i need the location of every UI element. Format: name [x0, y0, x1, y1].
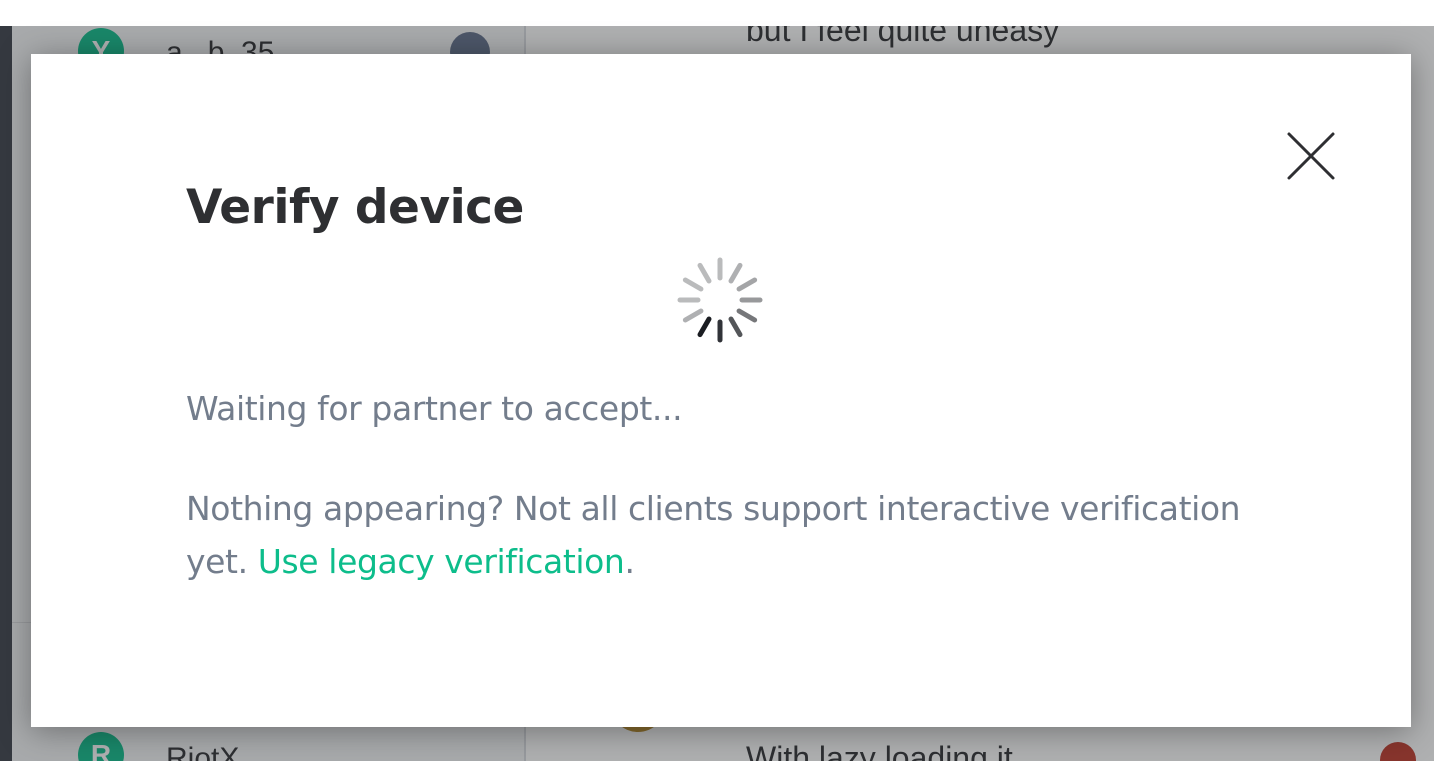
screen: Y a...b_35 R RiotX but I feel quite unea… — [0, 0, 1434, 761]
loading-spinner-icon — [674, 254, 766, 346]
close-icon — [1287, 132, 1335, 180]
spinner-tick — [682, 308, 704, 323]
spinner-tick — [728, 262, 743, 284]
spinner-tick — [728, 316, 743, 338]
sentence-period: . — [624, 542, 635, 581]
nothing-appearing-text: Nothing appearing? Not all clients suppo… — [186, 482, 1286, 588]
spinner-tick — [736, 277, 758, 292]
spinner-tick — [682, 277, 704, 292]
spinner-tick — [736, 308, 758, 323]
dialog-title: Verify device — [186, 180, 524, 235]
verify-device-dialog: Verify device Waiting for partner to acc… — [31, 54, 1411, 727]
spinner-tick — [697, 262, 712, 284]
waiting-status-text: Waiting for partner to accept... — [186, 389, 683, 428]
window-top-strip — [0, 0, 1434, 26]
close-button[interactable] — [1283, 128, 1339, 184]
spinner-tick — [697, 316, 712, 338]
use-legacy-verification-link[interactable]: Use legacy verification — [258, 542, 625, 581]
